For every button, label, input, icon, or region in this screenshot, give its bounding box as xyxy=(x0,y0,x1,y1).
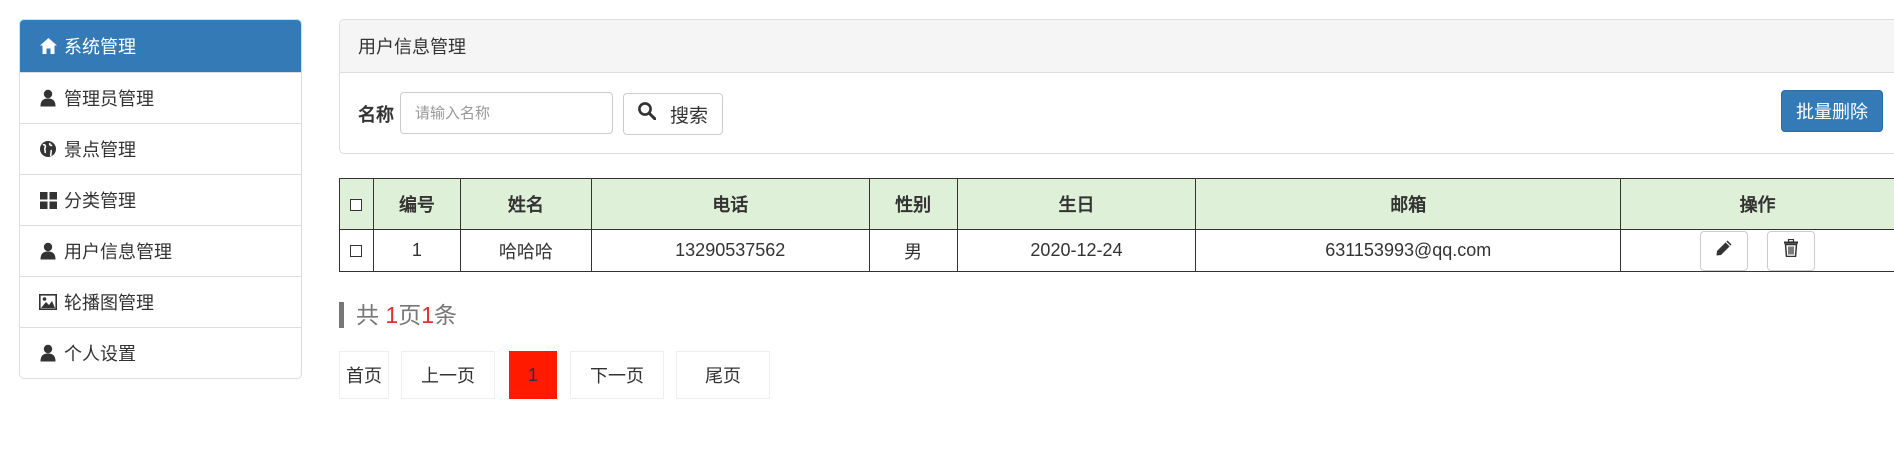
sidebar-item-label: 用户信息管理 xyxy=(64,242,172,262)
sidebar-item-user-info[interactable]: 用户信息管理 xyxy=(20,225,301,276)
sidebar-item-label: 管理员管理 xyxy=(64,89,154,109)
row-checkbox[interactable] xyxy=(350,245,363,258)
prev-page-link[interactable]: 上一页 xyxy=(401,351,495,399)
count-unit: 条 xyxy=(433,302,457,328)
user-icon xyxy=(38,241,58,261)
table-row: 1 哈哈哈 13290537562 男 2020-12-24 631153993… xyxy=(339,229,1894,272)
name-label: 名称 xyxy=(358,105,394,125)
cell-id: 1 xyxy=(372,229,461,272)
column-header: 性别 xyxy=(868,178,958,230)
column-header: 生日 xyxy=(956,178,1197,230)
cell-email: 631153993@qq.com xyxy=(1195,229,1622,272)
search-button-label: 搜索 xyxy=(669,105,708,127)
delete-button[interactable] xyxy=(1767,230,1816,271)
select-all-cell xyxy=(339,178,374,230)
sidebar-item-carousel[interactable]: 轮播图管理 xyxy=(20,276,301,327)
picture-icon xyxy=(38,292,58,312)
panel-title: 用户信息管理 xyxy=(340,20,1894,73)
sidebar-item-admins[interactable]: 管理员管理 xyxy=(20,72,301,123)
sidebar-item-label: 轮播图管理 xyxy=(64,293,154,313)
cell-name: 哈哈哈 xyxy=(459,229,592,272)
grid-icon xyxy=(38,190,58,210)
first-page-link[interactable]: 首页 xyxy=(339,351,389,399)
total-count: 1 xyxy=(421,302,434,328)
trash-icon xyxy=(1783,238,1799,262)
column-header: 操作 xyxy=(1620,178,1894,230)
next-page-link[interactable]: 下一页 xyxy=(570,351,664,399)
pencil-icon xyxy=(1715,239,1733,262)
sidebar-item-label: 分类管理 xyxy=(64,191,136,211)
last-page-link[interactable]: 尾页 xyxy=(676,351,770,399)
search-input[interactable] xyxy=(400,92,613,134)
sidebar-item-label: 系统管理 xyxy=(64,37,136,57)
search-icon xyxy=(638,102,657,126)
row-select-cell xyxy=(339,229,374,272)
globe-icon xyxy=(38,139,58,159)
user-icon xyxy=(38,88,58,108)
sidebar-nav: 系统管理 管理员管理 景点管理 分类管理 用户信息管理 轮播图管理 个人设置 xyxy=(19,19,302,379)
cell-actions xyxy=(1620,229,1894,272)
select-all-checkbox[interactable] xyxy=(350,198,363,211)
user-table: 编号 姓名 电话 性别 生日 邮箱 操作 1 哈哈哈 13290537562 男… xyxy=(339,178,1894,272)
current-page-link[interactable]: 1 xyxy=(509,351,557,399)
summary-prefix: 共 xyxy=(356,302,379,328)
sidebar-item-system[interactable]: 系统管理 xyxy=(20,20,301,72)
sidebar-item-label: 景点管理 xyxy=(64,140,136,160)
cell-birthday: 2020-12-24 xyxy=(956,229,1197,272)
cell-phone: 13290537562 xyxy=(590,229,870,272)
batch-delete-button[interactable]: 批量删除 xyxy=(1781,90,1883,132)
column-header: 姓名 xyxy=(459,178,592,230)
page-summary: 共 1页1条 xyxy=(339,302,457,328)
search-button[interactable]: 搜索 xyxy=(623,93,723,135)
search-panel: 用户信息管理 名称 搜索 批量删除 xyxy=(339,19,1894,154)
table-header-row: 编号 姓名 电话 性别 生日 邮箱 操作 xyxy=(339,178,1894,230)
search-bar: 名称 搜索 批量删除 xyxy=(340,73,1894,153)
sidebar-item-label: 个人设置 xyxy=(64,344,136,364)
column-header: 编号 xyxy=(372,178,461,230)
sidebar-item-attractions[interactable]: 景点管理 xyxy=(20,123,301,174)
total-pages: 1 xyxy=(385,302,399,328)
column-header: 邮箱 xyxy=(1195,178,1622,230)
sidebar-item-categories[interactable]: 分类管理 xyxy=(20,174,301,225)
column-header: 电话 xyxy=(590,178,870,230)
page-unit: 页 xyxy=(398,302,422,328)
edit-button[interactable] xyxy=(1700,230,1749,271)
cell-gender: 男 xyxy=(868,229,958,272)
user-icon xyxy=(38,343,58,363)
home-icon xyxy=(38,36,58,56)
sidebar-item-personal-settings[interactable]: 个人设置 xyxy=(20,327,301,378)
